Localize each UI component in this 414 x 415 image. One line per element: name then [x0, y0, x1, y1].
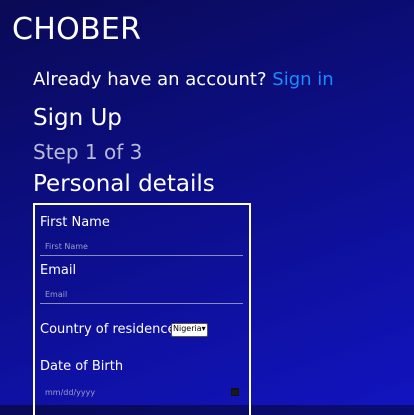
email-input[interactable] [40, 286, 243, 304]
country-select[interactable]: Nigeria▾ [171, 323, 208, 337]
calendar-icon[interactable] [231, 388, 239, 396]
signin-prompt-text: Already have an account? [33, 69, 267, 90]
first-name-input[interactable] [40, 238, 243, 256]
country-label: Country of residence [40, 322, 176, 337]
country-selected-value: Nigeria [173, 324, 202, 333]
dob-label: Date of Birth [40, 359, 124, 374]
email-label: Email [40, 263, 77, 278]
chevron-down-icon: ▾ [201, 324, 206, 333]
dob-placeholder: mm/dd/yyyy [45, 387, 96, 397]
page-title: Sign Up [33, 105, 122, 131]
signin-link[interactable]: Sign in [272, 69, 333, 90]
signin-prompt: Already have an account? Sign in [33, 69, 334, 91]
first-name-label: First Name [40, 215, 110, 230]
section-title: Personal details [33, 171, 215, 197]
step-indicator: Step 1 of 3 [33, 140, 143, 164]
signup-form: First Name Email Country of residence Ni… [33, 203, 251, 415]
dob-input[interactable]: mm/dd/yyyy [40, 383, 243, 401]
brand-logo-text: CHOBER [12, 12, 142, 47]
